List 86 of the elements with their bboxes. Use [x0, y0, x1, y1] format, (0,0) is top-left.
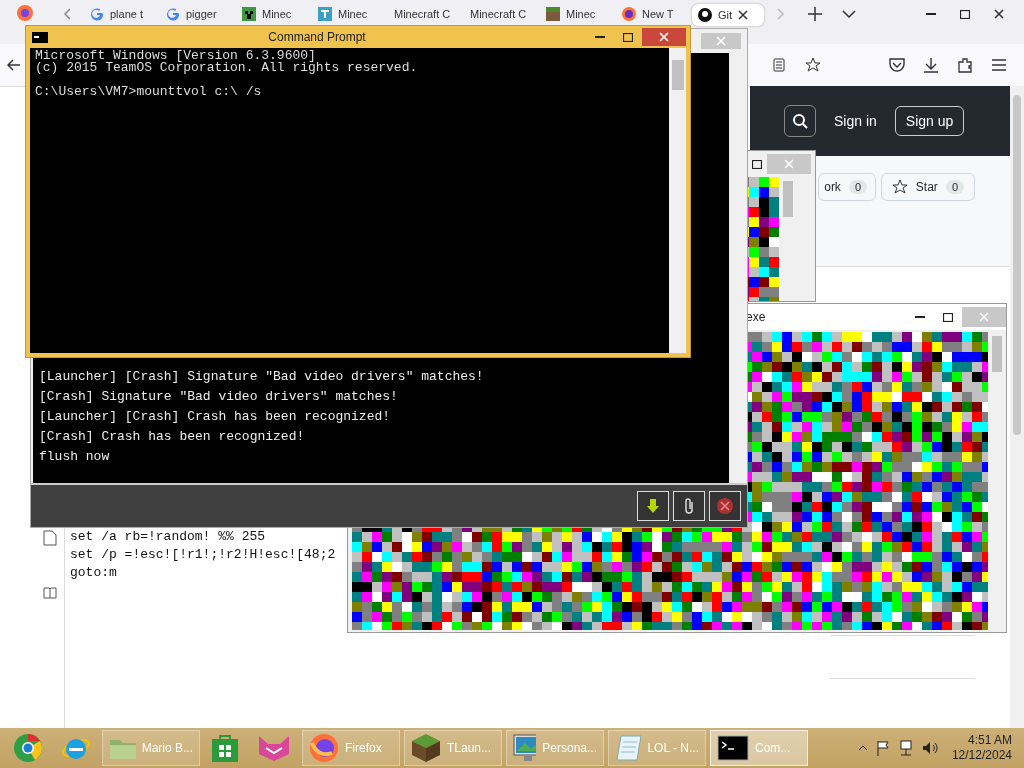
close-icon — [716, 36, 726, 46]
download-icon — [923, 57, 939, 73]
star-button[interactable]: Star 0 — [881, 173, 975, 201]
g-logo-icon — [90, 7, 104, 21]
chrome-icon — [13, 733, 43, 763]
sign-up-button[interactable]: Sign up — [894, 106, 965, 136]
maximize-icon — [943, 312, 953, 322]
command-prompt-icon — [32, 31, 48, 43]
console-line: C:\Users\VM7>mounttvol c:\ /s — [35, 86, 263, 98]
firefox-icon — [309, 733, 339, 763]
browser-tab[interactable]: Minec — [312, 4, 388, 24]
console-line: (c) 2015 TeamOS Corporation. All rights reserved. — [35, 62, 419, 74]
log-line: [Launcher] [Crash] Crash has been recognized! — [39, 408, 392, 426]
square-logo-icon — [318, 7, 332, 21]
browser-tab[interactable]: plane t — [84, 4, 160, 24]
close-icon — [979, 312, 989, 322]
scrollbar[interactable] — [669, 48, 686, 353]
log-line: [Crash] Crash has been recognized! — [39, 428, 306, 446]
scrollbar[interactable] — [729, 53, 745, 483]
log-line: [Launcher] [Crash] Signature "Bad video drivers" matches! — [39, 368, 485, 386]
star-icon — [892, 179, 908, 195]
star-icon — [805, 57, 821, 73]
grass-block-icon — [411, 733, 441, 763]
log-line: [Crash] Signature "Bad video drivers" matches! — [39, 388, 399, 406]
flag-icon[interactable] — [875, 740, 890, 756]
code-line: goto:m — [70, 564, 118, 582]
search-icon — [792, 113, 808, 129]
firefox-icon — [16, 4, 34, 22]
book-icon — [42, 586, 57, 600]
menu-icon — [992, 59, 1006, 71]
close-circle-icon — [716, 497, 734, 515]
close-icon — [994, 9, 1004, 19]
maximize-icon — [960, 9, 970, 19]
close-log-button[interactable] — [709, 491, 741, 521]
code-line: set /a rb=!random! %% 255 — [70, 528, 267, 546]
speaker-icon[interactable] — [921, 741, 938, 755]
browser-tab[interactable]: Minecraft C — [464, 4, 540, 24]
browser-tab[interactable]: Minecraft C — [388, 4, 464, 24]
command-prompt-icon — [717, 735, 749, 761]
firefox-icon — [622, 7, 636, 21]
chevron-left-icon — [63, 8, 71, 20]
minimize-icon — [926, 12, 936, 16]
log-line: flush now — [39, 448, 111, 466]
download-button[interactable] — [637, 491, 669, 521]
browser-tab[interactable]: Git — [692, 4, 764, 26]
paperclip-icon — [682, 497, 696, 515]
console-line: Microsoft Windows [Version 6.3.9600] — [35, 50, 316, 62]
browser-tab[interactable]: pigger — [160, 4, 236, 24]
cat-face-icon — [257, 734, 291, 762]
chevron-up-icon — [857, 745, 868, 751]
notepad-icon — [615, 733, 642, 763]
clock-date: 12/12/2024 — [951, 748, 1012, 763]
browser-tab[interactable]: New T — [616, 4, 692, 24]
close-icon — [738, 10, 749, 20]
page-icon — [773, 58, 785, 72]
sign-in-link[interactable]: Sign in — [834, 113, 877, 129]
store-icon — [211, 733, 239, 763]
chevron-right-icon — [777, 8, 785, 20]
back-arrow-icon — [7, 59, 21, 71]
minimize-icon — [915, 315, 925, 319]
clock-time: 4:51 AM — [967, 733, 1012, 748]
chevron-down-icon — [842, 10, 856, 18]
g-logo-icon — [166, 7, 180, 21]
maximize-icon — [752, 159, 762, 169]
file-icon — [42, 530, 57, 546]
attach-button[interactable] — [673, 491, 705, 521]
pocket-icon — [889, 58, 905, 72]
browser-tab[interactable]: Minec — [540, 4, 616, 24]
close-icon — [784, 159, 794, 169]
window-title: Command Prompt — [267, 30, 367, 44]
scrollbar-thumb[interactable] — [1013, 95, 1021, 435]
minimize-icon — [595, 35, 605, 39]
down-arrow-icon — [646, 498, 660, 514]
code-line: set /p =!esc![!r1!;!r2!H!esc![48;2 — [70, 546, 337, 564]
close-icon — [659, 32, 669, 42]
fork-button[interactable]: ork 0 — [818, 173, 876, 201]
maximize-icon — [623, 32, 633, 42]
github-icon — [698, 8, 712, 22]
browser-tab[interactable]: Minec — [236, 4, 312, 24]
puzzle-icon — [957, 57, 973, 73]
plus-icon — [808, 7, 822, 21]
search-button[interactable] — [784, 105, 816, 137]
creeper-icon — [242, 7, 256, 21]
monitor-icon — [513, 733, 537, 763]
grass-block-icon — [546, 7, 560, 21]
network-icon[interactable] — [897, 740, 914, 756]
